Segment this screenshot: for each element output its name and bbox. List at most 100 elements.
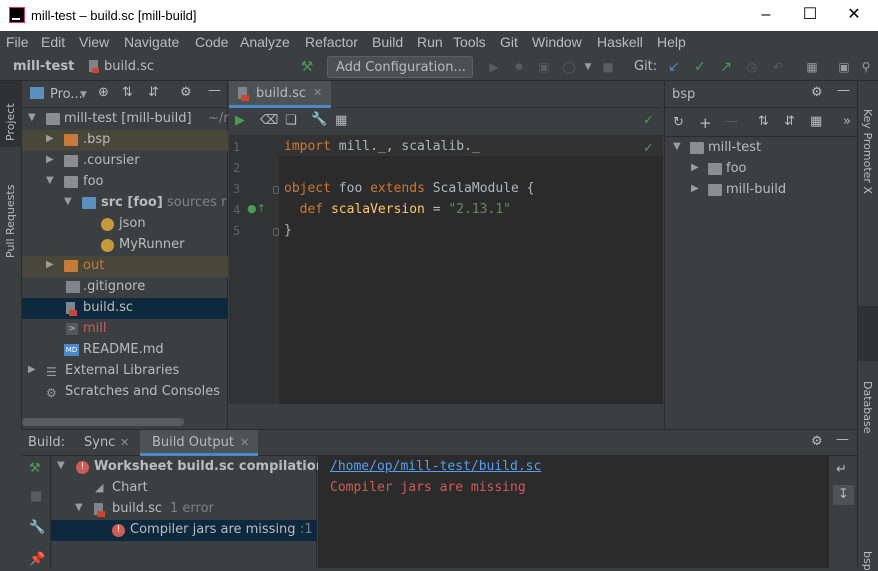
menu-run[interactable]: Run <box>417 34 443 50</box>
tree-item-out[interactable]: ▶ out <box>22 256 228 277</box>
chevron-down-icon[interactable]: ▼ <box>28 112 36 123</box>
debug-icon[interactable]: ✸ <box>511 59 527 75</box>
add-icon[interactable]: + <box>699 114 712 132</box>
stop-icon[interactable]: ■ <box>30 489 42 504</box>
menu-haskell[interactable]: Haskell <box>597 34 643 50</box>
build-tree-build-sc[interactable]: ▼ build.sc 1 error <box>51 499 317 520</box>
maximize-button[interactable]: ☐ <box>790 4 830 26</box>
chevron-down-icon[interactable]: ▼ <box>673 141 681 152</box>
bsp-tree-mill-build[interactable]: ▶ mill-build <box>665 180 871 201</box>
menu-tools[interactable]: Tools <box>453 34 486 50</box>
hide-icon[interactable]: — <box>208 83 221 98</box>
chevron-down-icon[interactable]: ▼ <box>46 175 54 186</box>
stop-icon[interactable]: ■ <box>600 59 616 75</box>
chevron-down-icon[interactable]: ▼ <box>57 460 65 471</box>
project-structure-icon[interactable]: ▦ <box>804 59 820 75</box>
collapse-all-icon[interactable]: ⇵ <box>784 114 795 129</box>
wrench-icon[interactable]: 🔧 <box>311 112 327 127</box>
menu-file[interactable]: File <box>6 34 29 50</box>
module-icon[interactable]: ▦ <box>810 114 822 129</box>
code-line-4[interactable]: def scalaVersion = "2.13.1" <box>284 202 511 217</box>
tree-item-myrunner[interactable]: MyRunner <box>22 235 228 256</box>
history-icon[interactable]: ◷ <box>744 59 760 75</box>
rollback-icon[interactable]: ↶ <box>770 59 786 75</box>
bsp-tree-foo[interactable]: ▶ foo <box>665 159 871 180</box>
search-icon[interactable]: ⚲ <box>858 59 874 75</box>
presentation-icon[interactable]: ▣ <box>836 59 852 75</box>
expand-all-icon[interactable]: ⇅ <box>758 114 769 129</box>
tree-item-mill-test[interactable]: ▼ mill-test [mill-build] ~/r <box>22 109 229 130</box>
menu-help[interactable]: Help <box>657 34 686 50</box>
close-icon[interactable]: ✕ <box>120 436 129 449</box>
bsp-tree-mill-test[interactable]: ▼ mill-test <box>665 138 871 159</box>
close-window-button[interactable]: ✕ <box>834 4 874 26</box>
chevron-right-icon[interactable]: ▶ <box>28 364 36 375</box>
editor-tab-build-sc[interactable]: build.sc ✕ <box>229 81 331 108</box>
gear-icon[interactable]: ⚙ <box>811 434 823 449</box>
hide-icon[interactable]: — <box>836 432 849 447</box>
chevron-right-icon[interactable]: ▶ <box>46 154 54 165</box>
tab-project[interactable]: Project <box>0 81 22 147</box>
build-hammer-icon[interactable]: ⚒ <box>29 461 41 476</box>
chevron-right-icon[interactable]: ▶ <box>691 162 699 173</box>
build-tree-error[interactable]: ! Compiler jars are missing :1 <box>51 520 317 541</box>
tab-sync[interactable]: Sync <box>84 435 115 450</box>
run-icon[interactable]: ▶ <box>235 113 245 128</box>
hide-icon[interactable]: — <box>837 83 850 98</box>
locate-icon[interactable]: ⊕ <box>98 85 109 100</box>
tab-bsp[interactable]: bsp <box>858 306 878 571</box>
tree-item-coursier[interactable]: ▶ .coursier <box>22 151 228 172</box>
scroll-to-end-icon[interactable]: ↧ <box>833 485 854 505</box>
chevron-down-icon[interactable]: ▼ <box>80 90 87 100</box>
pin-icon[interactable]: 📌 <box>29 552 45 567</box>
tree-item-build-sc[interactable]: build.sc <box>22 298 228 319</box>
expand-all-icon[interactable]: ⇅ <box>122 85 133 100</box>
menu-refactor[interactable]: Refactor <box>305 34 358 50</box>
override-marker-icon[interactable]: ●↑ <box>247 202 266 215</box>
menu-window[interactable]: Window <box>532 34 582 50</box>
git-commit-icon[interactable]: ✓ <box>692 59 708 75</box>
tree-item-readme[interactable]: MD README.md <box>22 340 228 361</box>
build-tree-chart[interactable]: ◢ Chart <box>51 478 317 499</box>
code-line-3[interactable]: object foo extends ScalaModule { <box>284 181 534 196</box>
copy-icon[interactable]: ❏ <box>285 113 297 128</box>
tab-database[interactable]: Database <box>858 221 878 434</box>
coverage-icon[interactable]: ▣ <box>536 59 552 75</box>
minimize-button[interactable]: – <box>746 4 786 26</box>
menu-git[interactable]: Git <box>500 34 518 50</box>
tree-item-scratches[interactable]: ⚙ Scratches and Consoles <box>22 382 228 403</box>
fold-marker-icon[interactable] <box>273 228 279 236</box>
fold-marker-icon[interactable] <box>273 186 279 194</box>
chevron-right-icon[interactable]: ▶ <box>46 259 54 270</box>
menu-build[interactable]: Build <box>372 34 403 50</box>
build-tree-worksheet[interactable]: ▼ ! Worksheet build.sc compilation <box>51 457 325 478</box>
gear-icon[interactable]: ⚙ <box>180 85 192 100</box>
chevron-down-icon[interactable]: ▼ <box>64 196 72 207</box>
breadcrumb-file[interactable]: build.sc <box>104 59 154 74</box>
tree-item-gitignore[interactable]: .gitignore <box>22 277 228 298</box>
gear-icon[interactable]: ⚙ <box>811 85 823 100</box>
run-icon[interactable]: ▶ <box>486 59 502 75</box>
close-icon[interactable]: ✕ <box>240 436 249 449</box>
git-push-icon[interactable]: ↗ <box>718 59 734 75</box>
remove-icon[interactable]: — <box>725 114 738 129</box>
close-icon[interactable]: ✕ <box>313 86 322 99</box>
trash-icon[interactable]: ⌫ <box>260 113 278 128</box>
chevron-right-icon[interactable]: ▶ <box>46 133 54 144</box>
tree-item-mill[interactable]: > mill <box>22 319 228 340</box>
tree-item-json[interactable]: json <box>22 214 228 235</box>
tree-item-external-libraries[interactable]: ▶ ☰ External Libraries <box>22 361 228 382</box>
chevron-down-icon[interactable]: ▼ <box>75 502 83 513</box>
tab-build-output[interactable]: Build Output ✕ <box>140 430 258 456</box>
tree-item-src[interactable]: ▼ src [foo] sources r <box>22 193 228 214</box>
folder-module-icon[interactable]: ▦ <box>335 113 347 128</box>
project-view-title[interactable]: Pro... <box>50 87 83 102</box>
tree-item-bsp[interactable]: ▶ .bsp <box>22 130 228 151</box>
code-line-1[interactable]: import mill._, scalalib._ <box>284 139 480 154</box>
collapse-all-icon[interactable]: ⇵ <box>148 85 159 100</box>
refresh-icon[interactable]: ↻ <box>673 115 684 130</box>
profile-icon[interactable]: ◯ <box>561 59 577 75</box>
menu-edit[interactable]: Edit <box>41 34 65 50</box>
horizontal-scrollbar[interactable] <box>22 418 184 426</box>
chevron-right-icon[interactable]: ▶ <box>691 183 699 194</box>
